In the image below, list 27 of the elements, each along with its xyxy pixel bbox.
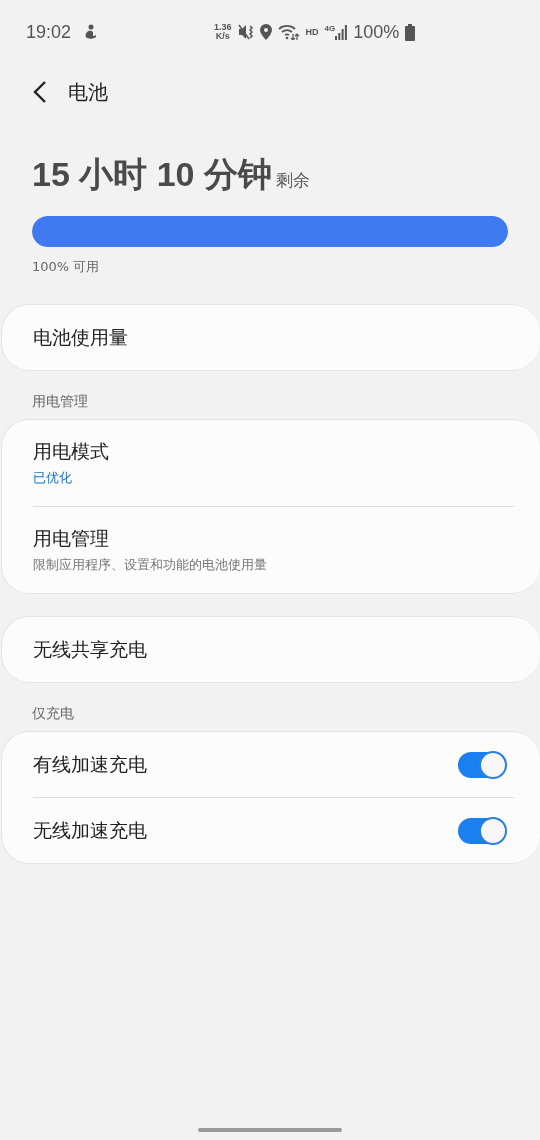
- setting-label[interactable]: 无线加速充电: [33, 817, 458, 844]
- setting-label[interactable]: 无线共享充电: [33, 636, 506, 663]
- section-header: 用电管理: [31, 393, 89, 411]
- clock: 19:02: [26, 21, 72, 43]
- available-label: 100% 可用: [32, 258, 101, 276]
- setting-summary: 限制应用程序、设置和功能的电池使用量: [33, 556, 267, 574]
- setting-label[interactable]: 用电管理: [33, 526, 109, 552]
- network-type: 4G: [324, 24, 336, 33]
- setting-label[interactable]: 有线加速充电: [33, 751, 458, 778]
- mute-vibrate-icon: [237, 24, 254, 40]
- location-icon: [259, 24, 272, 40]
- network-speed: 1.36 K/s: [214, 23, 232, 41]
- battery-icon: [405, 23, 416, 41]
- remaining-label: 剩余: [276, 169, 310, 192]
- page-title: 电池: [68, 78, 108, 106]
- setting-label[interactable]: 用电模式: [33, 439, 109, 465]
- setting-summary: 已优化: [33, 469, 72, 487]
- signal-icon: [335, 24, 348, 40]
- wifi-icon: [277, 24, 300, 40]
- toggle-switch[interactable]: [458, 817, 506, 844]
- toggle-switch[interactable]: [458, 751, 506, 778]
- hd-indicator: HD: [305, 27, 319, 37]
- section-header: 仅充电: [31, 705, 75, 723]
- figure-icon: [83, 24, 98, 40]
- setting-label[interactable]: 电池使用量: [33, 324, 506, 351]
- time-remaining: 15 小时 10 分钟: [32, 154, 272, 195]
- battery-percent: 100%: [353, 21, 400, 43]
